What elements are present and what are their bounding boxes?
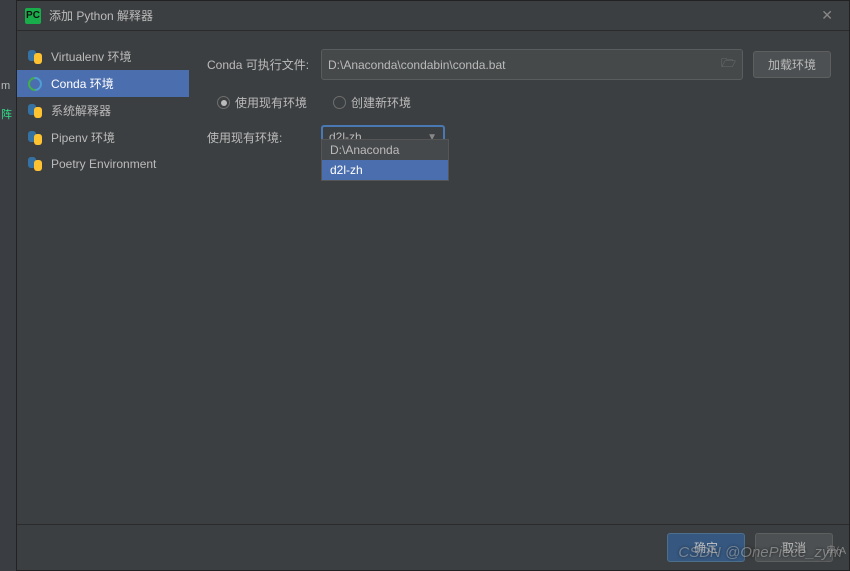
ok-button[interactable]: 确定	[667, 533, 745, 562]
env-mode-radio-group: 使用现有环境 创建新环境	[217, 94, 831, 111]
titlebar: PC 添加 Python 解释器 ✕	[17, 1, 849, 31]
button-bar: 确定 取消	[17, 524, 849, 570]
sidebar-item-conda[interactable]: Conda 环境	[17, 70, 189, 97]
use-existing-label: 使用现有环境:	[207, 129, 311, 146]
python-icon	[27, 156, 43, 172]
browse-folder-icon[interactable]: 🗁	[715, 54, 736, 75]
radio-label: 使用现有环境	[235, 94, 307, 111]
dialog-body: Virtualenv 环境 Conda 环境 系统解释器 Pipenv 环境 P…	[17, 31, 849, 570]
sidebar-item-label: 系统解释器	[51, 102, 111, 119]
python-icon	[27, 130, 43, 146]
cancel-button[interactable]: 取消	[755, 533, 833, 562]
dropdown-option[interactable]: d2l-zh	[322, 160, 448, 180]
editor-gutter: m 阵	[0, 0, 16, 571]
env-mode-row: 使用现有环境 创建新环境	[207, 94, 831, 111]
conda-exe-row: Conda 可执行文件: D:\Anaconda\condabin\conda.…	[207, 49, 831, 80]
sidebar-item-virtualenv[interactable]: Virtualenv 环境	[17, 43, 189, 70]
radio-create-new[interactable]: 创建新环境	[333, 94, 411, 111]
main-panel: Conda 可执行文件: D:\Anaconda\condabin\conda.…	[189, 31, 849, 570]
radio-label: 创建新环境	[351, 94, 411, 111]
load-env-button[interactable]: 加载环境	[753, 51, 831, 78]
conda-icon	[27, 76, 43, 92]
python-icon	[27, 103, 43, 119]
dropdown-option[interactable]: D:\Anaconda	[322, 140, 448, 160]
window-title: 添加 Python 解释器	[49, 7, 813, 24]
gutter-mark: m	[1, 80, 10, 92]
radio-use-existing[interactable]: 使用现有环境	[217, 94, 307, 111]
radio-dot-icon	[217, 96, 230, 109]
sidebar: Virtualenv 环境 Conda 环境 系统解释器 Pipenv 环境 P…	[17, 31, 189, 570]
radio-dot-icon	[333, 96, 346, 109]
conda-exe-input[interactable]: D:\Anaconda\condabin\conda.bat 🗁	[321, 49, 743, 80]
sidebar-item-label: Pipenv 环境	[51, 129, 115, 146]
sidebar-item-system[interactable]: 系统解释器	[17, 97, 189, 124]
sidebar-item-label: Virtualenv 环境	[51, 48, 131, 65]
env-dropdown-list: D:\Anaconda d2l-zh	[321, 139, 449, 181]
use-existing-row: 使用现有环境: d2l-zh ▼	[207, 125, 831, 149]
pycharm-icon: PC	[25, 8, 41, 24]
sidebar-item-label: Conda 环境	[51, 75, 114, 92]
python-icon	[27, 49, 43, 65]
conda-exe-value: D:\Anaconda\condabin\conda.bat	[328, 58, 505, 72]
sidebar-item-poetry[interactable]: Poetry Environment	[17, 151, 189, 177]
gutter-mark: 阵	[1, 106, 12, 122]
sidebar-item-label: Poetry Environment	[51, 157, 156, 171]
close-button[interactable]: ✕	[813, 3, 841, 28]
sidebar-item-pipenv[interactable]: Pipenv 环境	[17, 124, 189, 151]
add-interpreter-dialog: PC 添加 Python 解释器 ✕ Virtualenv 环境 Conda 环…	[16, 0, 850, 571]
right-edge-badge: 串(A	[826, 542, 846, 557]
conda-exe-label: Conda 可执行文件:	[207, 56, 311, 73]
